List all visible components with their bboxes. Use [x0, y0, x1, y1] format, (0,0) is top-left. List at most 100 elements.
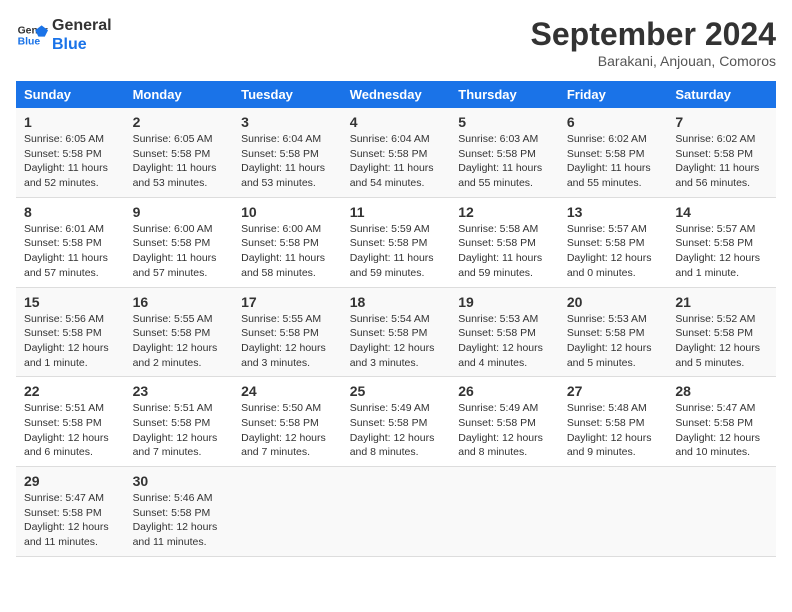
day-info: Sunrise: 5:53 AMSunset: 5:58 PMDaylight:…: [458, 312, 551, 371]
calendar-cell: 9 Sunrise: 6:00 AMSunset: 5:58 PMDaylight…: [125, 197, 234, 287]
calendar-week-row: 1 Sunrise: 6:05 AMSunset: 5:58 PMDaylight…: [16, 108, 776, 197]
calendar-cell: 24 Sunrise: 5:50 AMSunset: 5:58 PMDayligh…: [233, 377, 342, 467]
day-info: Sunrise: 6:03 AMSunset: 5:58 PMDaylight:…: [458, 132, 551, 191]
month-title: September 2024: [531, 16, 776, 53]
calendar-cell: 12Sunrise: 5:58 AMSunset: 5:58 PMDayligh…: [450, 197, 559, 287]
calendar-cell: 25 Sunrise: 5:49 AMSunset: 5:58 PMDayligh…: [342, 377, 451, 467]
day-info: Sunrise: 5:47 AMSunset: 5:58 PMDaylight:…: [675, 401, 768, 460]
logo-general: General: [52, 16, 112, 35]
calendar-cell: 1 Sunrise: 6:05 AMSunset: 5:58 PMDaylight…: [16, 108, 125, 197]
day-number: 19: [458, 294, 551, 310]
calendar-week-row: 22 Sunrise: 5:51 AMSunset: 5:58 PMDayligh…: [16, 377, 776, 467]
calendar-cell: 19 Sunrise: 5:53 AMSunset: 5:58 PMDayligh…: [450, 287, 559, 377]
page-header: General Blue General Blue September 2024…: [16, 16, 776, 69]
day-info: Sunrise: 5:57 AMSunset: 5:58 PMDaylight:…: [675, 222, 768, 281]
day-info: Sunrise: 5:48 AMSunset: 5:58 PMDaylight:…: [567, 401, 660, 460]
weekday-header: Tuesday: [233, 81, 342, 108]
calendar-cell: 18 Sunrise: 5:54 AMSunset: 5:58 PMDayligh…: [342, 287, 451, 377]
day-number: 11: [350, 204, 443, 220]
logo-icon: General Blue: [16, 19, 48, 51]
calendar-cell: [667, 467, 776, 557]
day-number: 18: [350, 294, 443, 310]
day-info: Sunrise: 5:58 AMSunset: 5:58 PMDaylight:…: [458, 222, 551, 281]
day-number: 3: [241, 114, 334, 130]
logo: General Blue General Blue: [16, 16, 112, 54]
calendar-cell: 17 Sunrise: 5:55 AMSunset: 5:58 PMDayligh…: [233, 287, 342, 377]
day-number: 14: [675, 204, 768, 220]
calendar-cell: 10 Sunrise: 6:00 AMSunset: 5:58 PMDayligh…: [233, 197, 342, 287]
day-number: 4: [350, 114, 443, 130]
calendar-cell: 16Sunrise: 5:55 AMSunset: 5:58 PMDayligh…: [125, 287, 234, 377]
calendar-cell: 30 Sunrise: 5:46 AMSunset: 5:58 PMDayligh…: [125, 467, 234, 557]
calendar-week-row: 15 Sunrise: 5:56 AMSunset: 5:58 PMDayligh…: [16, 287, 776, 377]
day-number: 28: [675, 383, 768, 399]
day-info: Sunrise: 6:02 AMSunset: 5:58 PMDaylight:…: [567, 132, 660, 191]
day-number: 10: [241, 204, 334, 220]
day-info: Sunrise: 5:56 AMSunset: 5:58 PMDaylight:…: [24, 312, 117, 371]
day-info: Sunrise: 6:02 AMSunset: 5:58 PMDaylight:…: [675, 132, 768, 191]
day-number: 15: [24, 294, 117, 310]
day-number: 2: [133, 114, 226, 130]
calendar-cell: 6 Sunrise: 6:02 AMSunset: 5:58 PMDaylight…: [559, 108, 668, 197]
weekday-header: Friday: [559, 81, 668, 108]
day-info: Sunrise: 5:59 AMSunset: 5:58 PMDaylight:…: [350, 222, 443, 281]
day-info: Sunrise: 6:05 AMSunset: 5:58 PMDaylight:…: [24, 132, 117, 191]
day-number: 23: [133, 383, 226, 399]
day-info: Sunrise: 6:01 AMSunset: 5:58 PMDaylight:…: [24, 222, 117, 281]
day-info: Sunrise: 5:52 AMSunset: 5:58 PMDaylight:…: [675, 312, 768, 371]
day-number: 27: [567, 383, 660, 399]
weekday-header: Sunday: [16, 81, 125, 108]
calendar-cell: 14 Sunrise: 5:57 AMSunset: 5:58 PMDayligh…: [667, 197, 776, 287]
calendar-cell: 3Sunrise: 6:04 AMSunset: 5:58 PMDaylight…: [233, 108, 342, 197]
day-number: 22: [24, 383, 117, 399]
calendar-cell: 27 Sunrise: 5:48 AMSunset: 5:58 PMDayligh…: [559, 377, 668, 467]
weekday-header: Wednesday: [342, 81, 451, 108]
calendar-cell: 4Sunrise: 6:04 AMSunset: 5:58 PMDaylight…: [342, 108, 451, 197]
day-number: 24: [241, 383, 334, 399]
day-info: Sunrise: 5:49 AMSunset: 5:58 PMDaylight:…: [350, 401, 443, 460]
day-info: Sunrise: 5:47 AMSunset: 5:58 PMDaylight:…: [24, 491, 117, 550]
calendar-cell: 15 Sunrise: 5:56 AMSunset: 5:58 PMDayligh…: [16, 287, 125, 377]
calendar-cell: 23 Sunrise: 5:51 AMSunset: 5:58 PMDayligh…: [125, 377, 234, 467]
location-subtitle: Barakani, Anjouan, Comoros: [531, 53, 776, 69]
day-number: 8: [24, 204, 117, 220]
day-info: Sunrise: 6:05 AMSunset: 5:58 PMDaylight:…: [133, 132, 226, 191]
logo-blue: Blue: [52, 35, 112, 54]
day-number: 5: [458, 114, 551, 130]
weekday-header: Monday: [125, 81, 234, 108]
calendar-cell: 7 Sunrise: 6:02 AMSunset: 5:58 PMDaylight…: [667, 108, 776, 197]
day-info: Sunrise: 6:00 AMSunset: 5:58 PMDaylight:…: [133, 222, 226, 281]
calendar-cell: 8 Sunrise: 6:01 AMSunset: 5:58 PMDaylight…: [16, 197, 125, 287]
day-number: 30: [133, 473, 226, 489]
calendar-week-row: 29Sunrise: 5:47 AMSunset: 5:58 PMDayligh…: [16, 467, 776, 557]
day-info: Sunrise: 5:54 AMSunset: 5:58 PMDaylight:…: [350, 312, 443, 371]
day-number: 9: [133, 204, 226, 220]
calendar-cell: 13Sunrise: 5:57 AMSunset: 5:58 PMDayligh…: [559, 197, 668, 287]
day-number: 16: [133, 294, 226, 310]
calendar-table: SundayMondayTuesdayWednesdayThursdayFrid…: [16, 81, 776, 557]
svg-text:Blue: Blue: [18, 37, 41, 48]
day-number: 6: [567, 114, 660, 130]
day-number: 25: [350, 383, 443, 399]
calendar-cell: [450, 467, 559, 557]
calendar-cell: [233, 467, 342, 557]
calendar-cell: 20Sunrise: 5:53 AMSunset: 5:58 PMDayligh…: [559, 287, 668, 377]
day-number: 21: [675, 294, 768, 310]
day-number: 17: [241, 294, 334, 310]
calendar-cell: 21 Sunrise: 5:52 AMSunset: 5:58 PMDayligh…: [667, 287, 776, 377]
day-info: Sunrise: 5:50 AMSunset: 5:58 PMDaylight:…: [241, 401, 334, 460]
day-info: Sunrise: 5:55 AMSunset: 5:58 PMDaylight:…: [241, 312, 334, 371]
day-info: Sunrise: 5:46 AMSunset: 5:58 PMDaylight:…: [133, 491, 226, 550]
day-number: 7: [675, 114, 768, 130]
day-info: Sunrise: 5:51 AMSunset: 5:58 PMDaylight:…: [133, 401, 226, 460]
title-block: September 2024 Barakani, Anjouan, Comoro…: [531, 16, 776, 69]
calendar-cell: 29Sunrise: 5:47 AMSunset: 5:58 PMDayligh…: [16, 467, 125, 557]
day-number: 1: [24, 114, 117, 130]
calendar-cell: 28 Sunrise: 5:47 AMSunset: 5:58 PMDayligh…: [667, 377, 776, 467]
calendar-cell: 26 Sunrise: 5:49 AMSunset: 5:58 PMDayligh…: [450, 377, 559, 467]
day-info: Sunrise: 6:00 AMSunset: 5:58 PMDaylight:…: [241, 222, 334, 281]
calendar-cell: 5 Sunrise: 6:03 AMSunset: 5:58 PMDaylight…: [450, 108, 559, 197]
day-info: Sunrise: 5:49 AMSunset: 5:58 PMDaylight:…: [458, 401, 551, 460]
day-number: 26: [458, 383, 551, 399]
day-info: Sunrise: 5:57 AMSunset: 5:58 PMDaylight:…: [567, 222, 660, 281]
